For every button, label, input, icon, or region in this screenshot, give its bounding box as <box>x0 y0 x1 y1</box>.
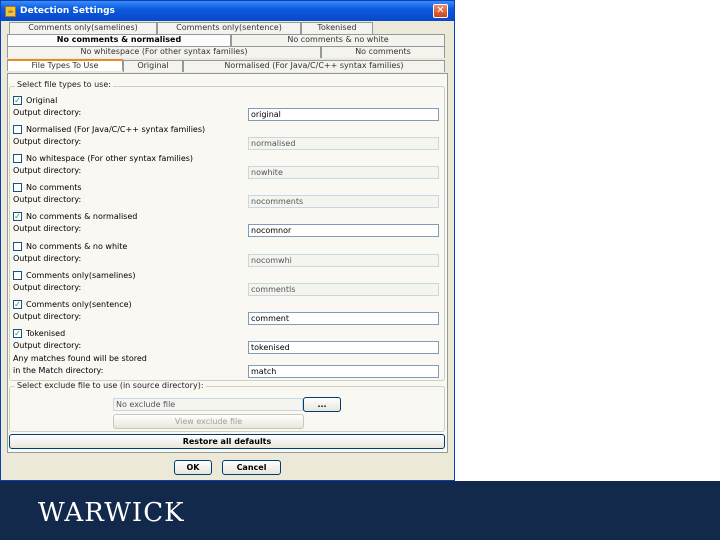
output-directory-label: Output directory: <box>13 224 82 233</box>
close-button[interactable]: ✕ <box>433 4 448 18</box>
output-directory-field[interactable]: original <box>248 108 439 121</box>
file-type-checkbox[interactable] <box>13 271 22 280</box>
matches-note-line2: in the Match directory: <box>13 366 104 375</box>
file-type-checkbox[interactable]: ✓ <box>13 96 22 105</box>
tab-normalised[interactable]: Normalised (For Java/C/C++ syntax famili… <box>183 60 445 72</box>
file-type-row[interactable]: Normalised (For Java/C/C++ syntax famili… <box>13 123 205 136</box>
matches-note-line1: Any matches found will be stored <box>13 354 147 363</box>
output-directory-field[interactable]: nowhite <box>248 166 439 179</box>
output-directory-label: Output directory: <box>13 195 82 204</box>
file-type-row[interactable]: Comments only(samelines) <box>13 269 135 282</box>
file-type-checkbox[interactable]: ✓ <box>13 329 22 338</box>
cancel-button[interactable]: Cancel <box>222 460 281 475</box>
tab-comments-only-samelines[interactable]: Comments only(samelines) <box>9 22 157 34</box>
output-directory-field[interactable]: comment <box>248 312 439 325</box>
output-directory-label: Output directory: <box>13 341 82 350</box>
output-directory-field[interactable]: normalised <box>248 137 439 150</box>
file-type-checkbox[interactable] <box>13 154 22 163</box>
file-type-row[interactable]: ✓ Comments only(sentence) <box>13 298 132 311</box>
output-directory-label: Output directory: <box>13 312 82 321</box>
output-directory-field[interactable]: nocomments <box>248 195 439 208</box>
tab-no-comments-normalised[interactable]: No comments & normalised <box>7 34 231 46</box>
output-directory-field[interactable]: tokenised <box>248 341 439 354</box>
output-directory-label: Output directory: <box>13 283 82 292</box>
file-type-label: No comments <box>26 183 82 192</box>
browse-exclude-button[interactable]: ... <box>303 397 341 412</box>
file-type-label: Normalised (For Java/C/C++ syntax famili… <box>26 125 206 134</box>
tab-comments-only-sentence[interactable]: Comments only(sentence) <box>157 22 301 34</box>
output-directory-label: Output directory: <box>13 108 82 117</box>
file-type-label: No whitespace (For other syntax families… <box>26 154 194 163</box>
detection-settings-dialog: ☕ Detection Settings ✕ Comments only(sam… <box>0 0 455 481</box>
file-type-row[interactable]: ✓ No comments & normalised <box>13 210 137 223</box>
tab-file-types-to-use[interactable]: File Types To Use <box>7 59 123 71</box>
exclude-legend: Select exclude file to use (in source di… <box>15 381 206 390</box>
app-icon: ☕ <box>5 5 16 17</box>
file-type-checkbox[interactable]: ✓ <box>13 212 22 221</box>
output-directory-label: Output directory: <box>13 166 82 175</box>
file-type-label: Comments only(sentence) <box>26 300 132 309</box>
tab-no-comments[interactable]: No comments <box>321 46 445 58</box>
restore-defaults-button[interactable]: Restore all defaults <box>9 434 445 449</box>
view-exclude-file-button[interactable]: View exclude file <box>113 414 304 429</box>
file-type-row[interactable]: ✓ Original <box>13 94 57 107</box>
output-directory-field[interactable]: nocomwhi <box>248 254 439 267</box>
output-directory-field[interactable]: nocomnor <box>248 224 439 237</box>
file-type-row[interactable]: No whitespace (For other syntax families… <box>13 152 193 165</box>
title-bar[interactable]: ☕ Detection Settings ✕ <box>1 1 454 21</box>
file-type-checkbox[interactable] <box>13 242 22 251</box>
window-title: Detection Settings <box>20 6 115 16</box>
tab-no-comments-no-white[interactable]: No comments & no white <box>231 34 445 46</box>
file-type-row[interactable]: No comments <box>13 181 82 194</box>
file-type-row[interactable]: ✓ Tokenised <box>13 327 65 340</box>
file-type-label: No comments & normalised <box>26 212 138 221</box>
exclude-file-field[interactable]: No exclude file <box>113 398 303 411</box>
file-type-checkbox[interactable] <box>13 125 22 134</box>
warwick-logo: WARWICK <box>38 498 185 528</box>
file-type-label: Tokenised <box>26 329 66 338</box>
tab-original[interactable]: Original <box>123 60 183 72</box>
match-directory-field[interactable]: match <box>248 365 439 378</box>
file-type-label: Original <box>26 96 58 105</box>
output-directory-field[interactable]: commentls <box>248 283 439 296</box>
output-directory-label: Output directory: <box>13 254 82 263</box>
file-type-row[interactable]: No comments & no white <box>13 240 127 253</box>
file-type-label: Comments only(samelines) <box>26 271 136 280</box>
tab-tokenised[interactable]: Tokenised <box>301 22 373 34</box>
output-directory-label: Output directory: <box>13 137 82 146</box>
file-type-checkbox[interactable] <box>13 183 22 192</box>
tab-no-whitespace[interactable]: No whitespace (For other syntax families… <box>7 46 321 58</box>
file-type-label: No comments & no white <box>26 242 128 251</box>
ok-button[interactable]: OK <box>174 460 212 475</box>
file-type-checkbox[interactable]: ✓ <box>13 300 22 309</box>
file-types-legend: Select file types to use: <box>15 80 113 89</box>
